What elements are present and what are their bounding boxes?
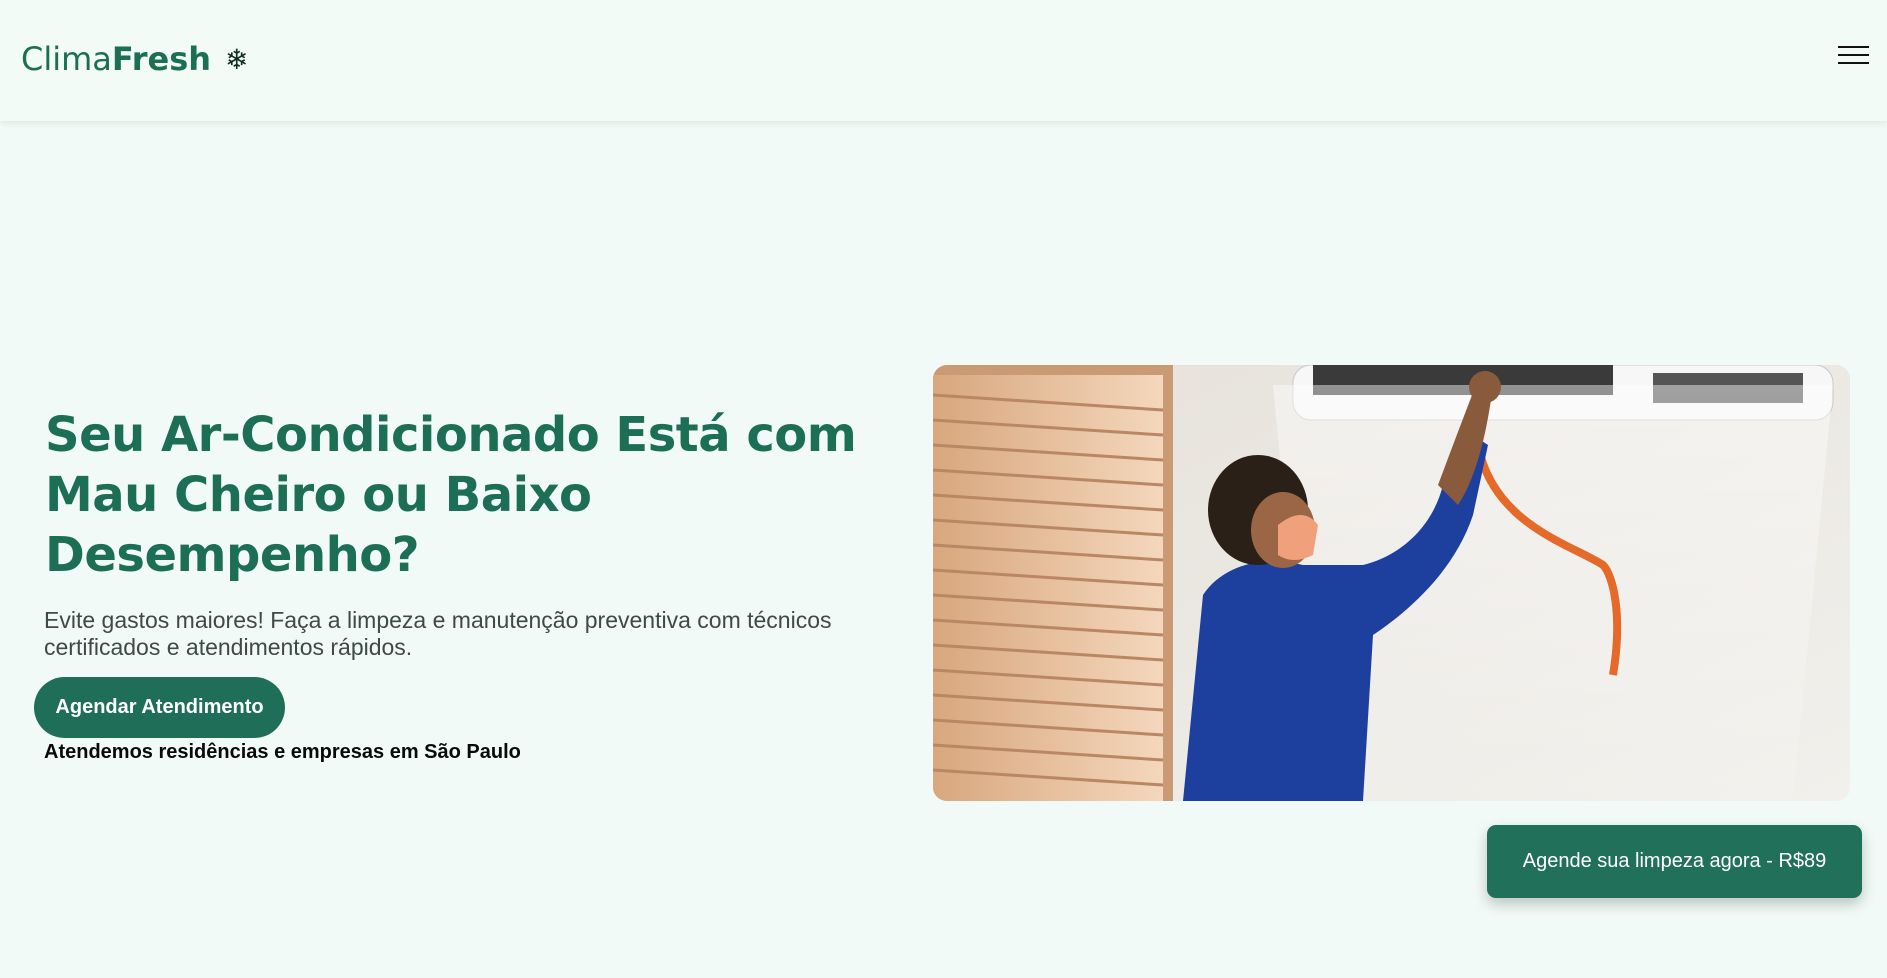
service-area-note: Atendemos residências e empresas em São … — [44, 741, 521, 763]
logo-text-light: Clima — [21, 40, 112, 78]
hero-title: Seu Ar-Condicionado Está com Mau Cheiro … — [45, 407, 857, 583]
technician-cleaning-ac-image — [933, 365, 1850, 801]
hero-subtitle: Evite gastos maiores! Faça a limpeza e m… — [44, 607, 832, 660]
book-cleaning-floating-button[interactable]: Agende sua limpeza agora - R$89 — [1487, 825, 1862, 898]
logo[interactable]: Clima Fresh ❄ — [21, 40, 249, 78]
technician-illustration — [933, 365, 1850, 801]
schedule-appointment-button[interactable]: Agendar Atendimento — [34, 677, 285, 738]
hamburger-menu-icon[interactable] — [1838, 46, 1869, 66]
snowflake-icon: ❄ — [225, 42, 249, 76]
window-blinds — [933, 375, 1164, 801]
logo-text-bold: Fresh — [111, 40, 212, 78]
site-header: Clima Fresh ❄ — [0, 0, 1887, 121]
